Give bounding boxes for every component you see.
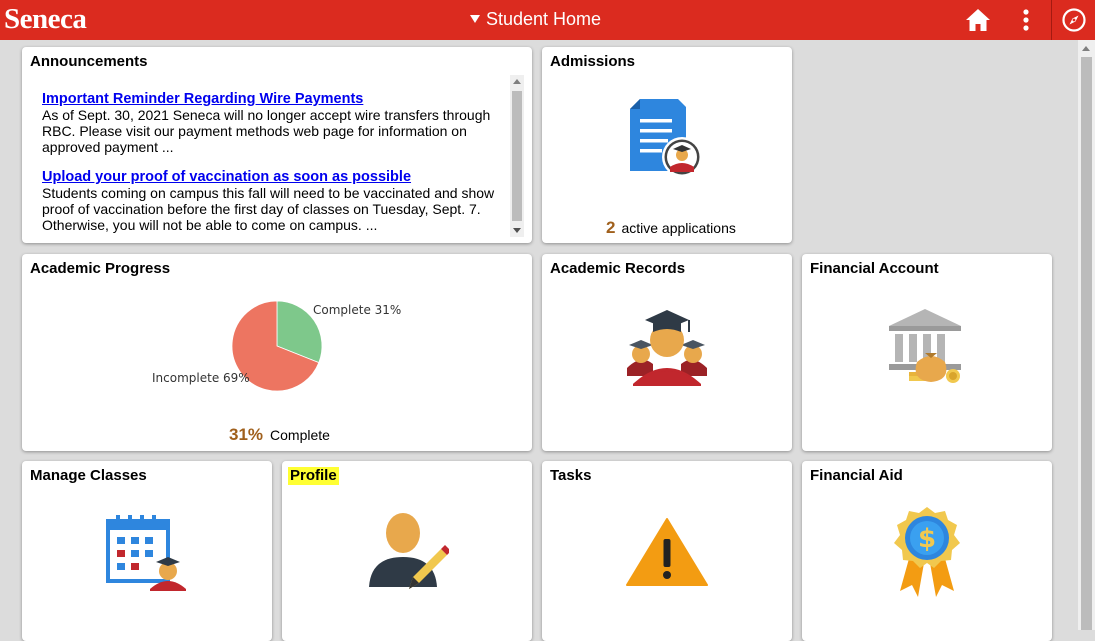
page-scrollbar-thumb[interactable] [1081,57,1092,630]
tasks-title: Tasks [550,467,592,484]
announcement-text: Students coming on campus this fall will… [42,185,495,233]
list-item: Important Reminder Regarding Wire Paymen… [42,91,512,155]
svg-text:$: $ [918,524,936,554]
financial-account-title: Financial Account [810,260,939,277]
announcements-tile: Announcements Important Reminder Regardi… [22,47,532,243]
page-scrollbar[interactable] [1078,40,1095,630]
pie-label-incomplete: Incomplete 69% [152,371,250,385]
page-title: Student Home [486,9,602,29]
navbar-compass-icon [1062,8,1086,32]
admissions-summary: 2 active applications [606,219,736,237]
admissions-tile[interactable]: Admissions 2 active applications [542,47,792,243]
more-vertical-icon [1023,9,1029,31]
progress-percent: 31% [229,425,264,444]
manage-classes-tile[interactable]: Manage Classes [22,461,272,641]
list-item: Upload your proof of vaccination as soon… [42,169,512,233]
progress-summary: 31% Complete [229,426,330,444]
manage-classes-title: Manage Classes [30,467,147,484]
announcement-link[interactable]: Important Reminder Regarding Wire Paymen… [42,91,512,107]
progress-pie-chart: Complete 31% Incomplete 69% [152,300,401,392]
admissions-count-label: active applications [621,220,736,236]
scroll-up-arrow-icon[interactable] [513,79,521,84]
home-icon [966,9,990,31]
announcements-list: Important Reminder Regarding Wire Paymen… [42,91,512,243]
financial-aid-tile[interactable]: Financial Aid $ [802,461,1052,641]
seneca-logo[interactable]: Seneca [4,2,87,36]
profile-tile[interactable]: Profile [282,461,532,641]
announcement-text: As of Sept. 30, 2021 Seneca will no long… [42,107,491,155]
home-button[interactable] [963,0,993,40]
financial-account-tile[interactable]: Financial Account [802,254,1052,451]
graduates-icon [627,310,707,386]
tasks-tile[interactable]: Tasks [542,461,792,641]
calendar-student-icon [106,515,186,591]
warning-icon [626,518,708,586]
top-navigation-bar: Seneca Student Home [0,0,1095,40]
admissions-count: 2 [606,218,616,237]
more-actions-button[interactable] [1016,0,1036,40]
academic-records-tile[interactable]: Academic Records [542,254,792,451]
announcements-title: Announcements [30,53,148,70]
progress-percent-label: Complete [270,427,330,443]
dollar-award-icon: $ [894,507,960,597]
navbar-button[interactable] [1058,0,1090,40]
admissions-title: Admissions [550,53,636,70]
academic-records-title: Academic Records [550,260,686,277]
academic-progress-tile[interactable]: Academic Progress Complete 31% Incomplet… [22,254,532,451]
application-document-icon [630,99,702,177]
profile-edit-icon [369,513,449,589]
header-divider [1051,0,1052,40]
scroll-up-arrow-icon[interactable] [1082,46,1090,51]
announcements-scrollbar-thumb[interactable] [512,91,522,221]
bank-money-icon [889,309,961,383]
financial-aid-title: Financial Aid [810,467,903,484]
page-title-dropdown[interactable]: Student Home [470,8,601,30]
pie-label-complete: Complete 31% [313,303,401,317]
scroll-down-arrow-icon[interactable] [513,228,521,233]
announcements-scrollbar[interactable] [510,75,524,237]
profile-title: Profile [288,467,339,485]
caret-down-icon [470,15,480,23]
announcement-link[interactable]: Upload your proof of vaccination as soon… [42,169,512,185]
